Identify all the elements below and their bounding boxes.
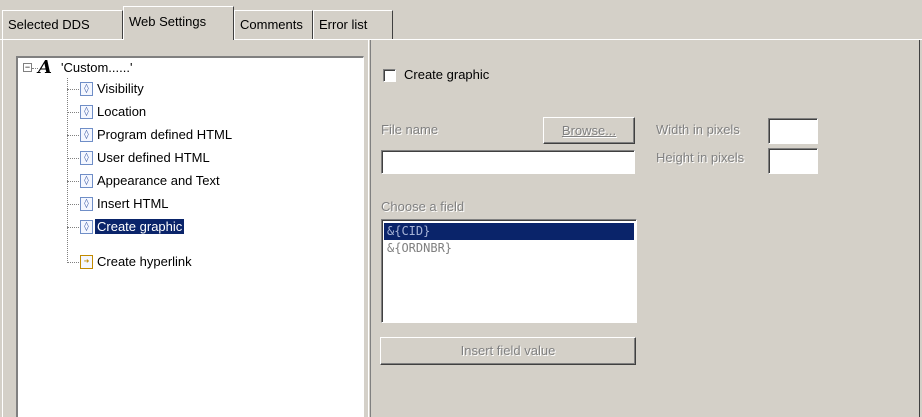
tree-item-visibility[interactable]: Visibility [97, 79, 144, 99]
tree-item-create-hyperlink[interactable]: Create hyperlink [97, 252, 192, 272]
file-name-input[interactable] [381, 150, 635, 174]
field-option[interactable]: &{ORDNBR} [384, 240, 634, 257]
tree-item-appearance-and-text[interactable]: Appearance and Text [97, 171, 220, 191]
properties-icon: ◊ [80, 151, 93, 165]
width-label: Width in pixels [656, 122, 740, 137]
tree-connector [67, 135, 79, 136]
field-listbox[interactable]: &{CID} &{ORDNBR} [381, 219, 637, 323]
insert-field-value-label: Insert field value [460, 343, 556, 358]
tree-root-label[interactable]: 'Custom......' [61, 58, 132, 78]
properties-icon: ◊ [80, 105, 93, 119]
properties-icon: ◊ [80, 220, 93, 234]
field-option[interactable]: &{CID} [384, 223, 634, 240]
tree-item-user-defined-html[interactable]: User defined HTML [97, 148, 210, 168]
tree-item-create-graphic[interactable]: Create graphic [93, 217, 186, 237]
tree-item-location[interactable]: Location [97, 102, 146, 122]
create-graphic-label[interactable]: Create graphic [404, 67, 489, 82]
tree-connector [67, 158, 79, 159]
tree-item-create-graphic-label: Create graphic [93, 218, 186, 235]
insert-field-value-button[interactable]: Insert field value [380, 337, 636, 365]
tab-web-settings[interactable]: Web Settings [123, 6, 234, 40]
browse-button[interactable]: Browse... [543, 117, 635, 144]
tree-connector [67, 78, 68, 263]
collapse-toggle[interactable]: − [23, 63, 32, 72]
properties-icon: ◊ [80, 128, 93, 142]
font-a-icon: A [38, 57, 52, 78]
width-input[interactable] [768, 118, 818, 144]
tab-selected-dds[interactable]: Selected DDS [2, 10, 123, 39]
tree-connector [67, 227, 79, 228]
tree-item-insert-html[interactable]: Insert HTML [97, 194, 169, 214]
settings-tree[interactable]: − A 'Custom......' ◊ Visibility ◊ Locati… [16, 56, 364, 417]
tree-connector [67, 262, 79, 263]
tree-item-program-defined-html[interactable]: Program defined HTML [97, 125, 232, 145]
tab-error-list[interactable]: Error list [313, 10, 393, 39]
tree-connector [67, 89, 79, 90]
tab-comments[interactable]: Comments [234, 10, 313, 39]
properties-icon: ◊ [80, 174, 93, 188]
tree-connector [67, 181, 79, 182]
panel-splitter[interactable] [368, 40, 371, 417]
choose-field-label: Choose a field [381, 199, 465, 214]
tab-strip: Selected DDS Web Settings Comments Error… [0, 0, 922, 40]
height-input[interactable] [768, 148, 818, 174]
create-graphic-checkbox[interactable] [383, 69, 396, 82]
properties-icon: ◊ [80, 197, 93, 211]
height-label: Height in pixels [656, 150, 745, 165]
properties-icon: ◊ [80, 82, 93, 96]
file-name-label: File name [381, 122, 439, 137]
tree-connector [67, 112, 79, 113]
hyperlink-icon: ➜ [80, 255, 93, 269]
browse-button-label: Browse... [561, 123, 617, 138]
tree-connector [67, 204, 79, 205]
